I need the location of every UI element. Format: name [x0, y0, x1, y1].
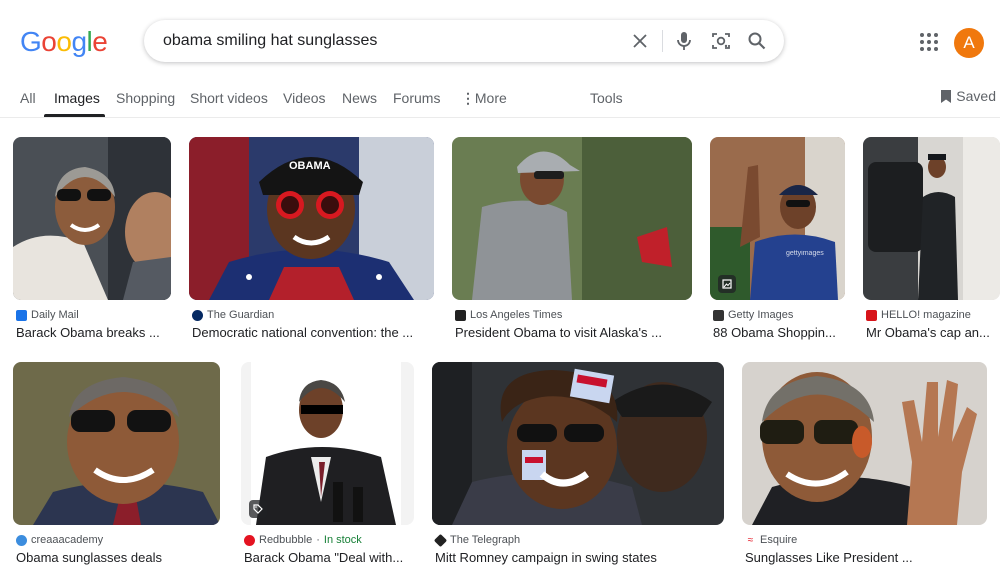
- result-title[interactable]: Mitt Romney campaign in swing states: [435, 550, 724, 565]
- separator: ·: [316, 534, 320, 546]
- result-source: creaaacademy: [16, 534, 103, 546]
- result-source: Daily Mail: [16, 309, 79, 321]
- image-result[interactable]: Los Angeles Times President Obama to vis…: [452, 137, 692, 347]
- tab-short-videos[interactable]: Short videos: [190, 90, 268, 106]
- avatar[interactable]: A: [954, 28, 984, 58]
- favicon-icon: [455, 309, 466, 321]
- source-name: The Guardian: [207, 309, 275, 321]
- camera-lens-icon[interactable]: [709, 29, 733, 53]
- logo-letter: G: [20, 26, 42, 57]
- result-thumbnail[interactable]: [13, 362, 220, 525]
- tab-all[interactable]: All: [20, 90, 36, 106]
- favicon-icon: [866, 309, 877, 321]
- result-title[interactable]: Democratic national convention: the ...: [192, 325, 432, 340]
- source-name: Los Angeles Times: [470, 309, 563, 321]
- image-result[interactable]: Daily Mail Barack Obama breaks ...: [13, 137, 171, 347]
- result-source: Los Angeles Times: [455, 309, 562, 321]
- image-result[interactable]: The Telegraph Mitt Romney campaign in sw…: [432, 362, 724, 569]
- result-source: Getty Images: [713, 309, 793, 321]
- saved-label: Saved: [956, 88, 996, 104]
- tab-images[interactable]: Images: [54, 90, 100, 106]
- result-thumbnail[interactable]: [432, 362, 724, 525]
- result-title[interactable]: Obama sunglasses deals: [16, 550, 220, 565]
- image-result[interactable]: creaaacademy Obama sunglasses deals: [13, 362, 220, 569]
- result-title[interactable]: Barack Obama breaks ...: [16, 325, 171, 340]
- result-title[interactable]: Sunglasses Like President ...: [745, 550, 987, 565]
- apps-grid-icon[interactable]: [918, 31, 940, 53]
- logo-letter: e: [92, 26, 108, 57]
- image-result[interactable]: Redbubble · In stock Barack Obama "Deal …: [241, 362, 414, 569]
- more-vert-icon: ⋮: [461, 90, 475, 106]
- search-tabs: All Images Shopping Short videos Videos …: [0, 84, 1000, 118]
- result-thumbnail[interactable]: [863, 137, 1000, 300]
- result-title[interactable]: President Obama to visit Alaska's ...: [455, 325, 691, 340]
- clear-icon[interactable]: [628, 29, 652, 53]
- active-tab-indicator: [44, 114, 105, 117]
- result-thumbnail[interactable]: [241, 362, 414, 525]
- logo-letter: g: [71, 26, 87, 57]
- result-source: The Telegraph: [433, 533, 521, 547]
- search-box: [144, 20, 784, 62]
- source-name: Getty Images: [728, 309, 794, 321]
- price-tag-icon: [249, 500, 267, 518]
- tab-videos[interactable]: Videos: [283, 90, 326, 106]
- tools-button[interactable]: Tools: [590, 90, 623, 106]
- image-result[interactable]: OBAMA The Guardian Democratic national c…: [189, 137, 434, 347]
- source-name: Redbubble: [259, 534, 313, 546]
- favicon-icon: ≈: [745, 534, 756, 546]
- favicon-icon: [433, 533, 448, 547]
- tab-shopping[interactable]: Shopping: [116, 90, 175, 106]
- favicon-icon: [244, 534, 255, 546]
- search-icon[interactable]: [745, 29, 769, 53]
- favicon-icon: [192, 309, 203, 321]
- avatar-initial: A: [963, 33, 975, 52]
- tab-more-label: More: [474, 90, 507, 106]
- result-source: The Guardian: [192, 309, 274, 321]
- result-thumbnail[interactable]: OBAMA: [189, 137, 434, 300]
- bookmark-icon: [941, 89, 952, 103]
- search-input[interactable]: [163, 31, 603, 51]
- source-name: creaaacademy: [31, 534, 104, 546]
- result-title[interactable]: Barack Obama "Deal with...: [244, 550, 414, 565]
- result-thumbnail[interactable]: [13, 137, 171, 300]
- stock-status: In stock: [323, 534, 362, 546]
- source-name: The Telegraph: [450, 534, 521, 546]
- google-logo[interactable]: Google: [20, 26, 108, 58]
- result-source: HELLO! magazine: [866, 309, 971, 321]
- source-name: Esquire: [760, 534, 798, 546]
- logo-letter: o: [56, 26, 72, 57]
- favicon-icon: [713, 309, 724, 321]
- svg-text:gettyimages: gettyimages: [786, 250, 824, 257]
- favicon-icon: [16, 309, 27, 321]
- result-thumbnail[interactable]: [452, 137, 692, 300]
- image-result[interactable]: ≈ Esquire Sunglasses Like President ...: [742, 362, 987, 569]
- result-title[interactable]: 88 Obama Shoppin...: [713, 325, 845, 340]
- tab-news[interactable]: News: [342, 90, 377, 106]
- logo-letter: o: [41, 26, 57, 57]
- image-result[interactable]: gettyimages Getty Images 88 Obama Shoppi…: [710, 137, 845, 347]
- saved-button[interactable]: Saved: [940, 88, 996, 104]
- favicon-icon: [16, 534, 27, 546]
- result-thumbnail[interactable]: gettyimages: [710, 137, 845, 300]
- result-source: Redbubble · In stock: [244, 534, 362, 546]
- image-result[interactable]: HELLO! magazine Mr Obama's cap an...: [863, 137, 1000, 347]
- source-name: Daily Mail: [31, 309, 79, 321]
- microphone-icon[interactable]: [672, 29, 696, 53]
- svg-text:OBAMA: OBAMA: [289, 160, 331, 172]
- search-divider: [662, 30, 663, 52]
- result-source: ≈ Esquire: [745, 534, 797, 546]
- tab-forums[interactable]: Forums: [393, 90, 440, 106]
- result-thumbnail[interactable]: [742, 362, 987, 525]
- source-name: HELLO! magazine: [881, 309, 971, 321]
- tab-more[interactable]: ⋮ More: [461, 90, 507, 107]
- result-title[interactable]: Mr Obama's cap an...: [866, 325, 1000, 340]
- image-badge-icon: [718, 275, 736, 293]
